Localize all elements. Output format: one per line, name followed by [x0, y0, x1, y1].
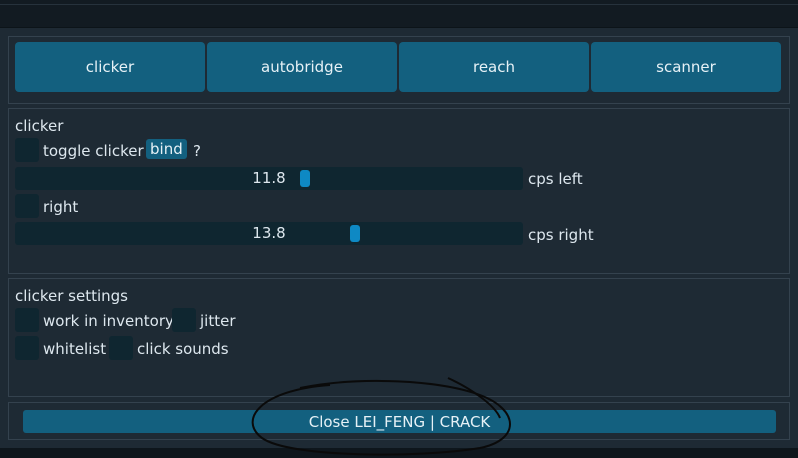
whitelist-checkbox[interactable] — [15, 336, 39, 360]
click-sounds-label: click sounds — [137, 340, 229, 358]
work-in-inventory-checkbox[interactable] — [15, 308, 39, 332]
cps-left-slider[interactable]: 11.8 — [15, 167, 523, 190]
bind-button[interactable]: bind — [146, 139, 187, 159]
click-sounds-checkbox[interactable] — [109, 336, 133, 360]
close-button[interactable]: Close LEI_FENG | CRACK — [23, 410, 776, 433]
titlebar-divider — [0, 4, 798, 5]
tab-autobridge[interactable]: autobridge — [207, 42, 397, 92]
cps-left-slider-handle[interactable] — [300, 170, 310, 187]
clicker-section-title: clicker — [15, 117, 64, 135]
toggle-clicker-checkbox[interactable] — [15, 138, 39, 162]
whitelist-label: whitelist — [43, 340, 107, 358]
bottom-edge — [0, 448, 798, 458]
cps-right-label: cps right — [528, 226, 594, 244]
cps-left-value: 11.8 — [252, 169, 286, 187]
work-in-inventory-label: work in inventory — [43, 312, 174, 330]
clicker-panel — [8, 108, 790, 274]
window-titlebar — [0, 0, 798, 28]
tab-scanner[interactable]: scanner — [591, 42, 781, 92]
settings-section-title: clicker settings — [15, 287, 128, 305]
tab-reach[interactable]: reach — [399, 42, 589, 92]
cps-right-slider[interactable]: 13.8 — [15, 222, 523, 245]
jitter-checkbox[interactable] — [172, 308, 196, 332]
toggle-clicker-label: toggle clicker — [43, 142, 144, 160]
right-checkbox[interactable] — [15, 194, 39, 218]
tab-clicker[interactable]: clicker — [15, 42, 205, 92]
cps-right-value: 13.8 — [252, 224, 286, 242]
help-icon[interactable]: ? — [193, 142, 201, 160]
cps-right-slider-handle[interactable] — [350, 225, 360, 242]
jitter-label: jitter — [200, 312, 236, 330]
cps-left-label: cps left — [528, 170, 583, 188]
right-label: right — [43, 198, 79, 216]
